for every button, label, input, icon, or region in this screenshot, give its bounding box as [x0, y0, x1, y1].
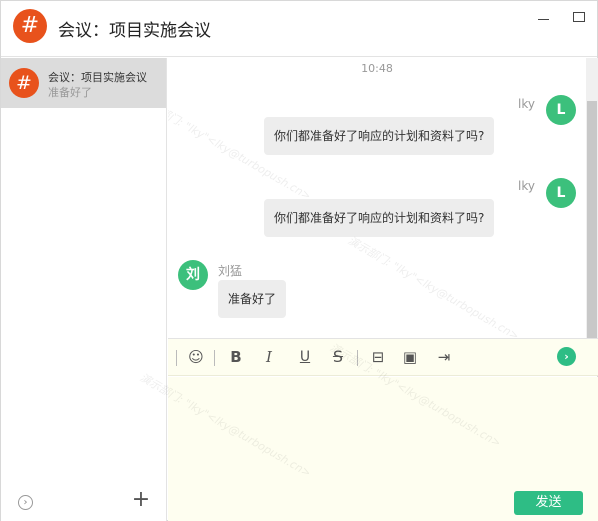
add-conversation-button[interactable]: +: [131, 488, 151, 512]
more-arrow-icon[interactable]: ›: [557, 347, 576, 366]
briefcase-icon[interactable]: ⊟: [368, 347, 388, 367]
message-timestamp: 10:48: [361, 62, 393, 75]
underline-button[interactable]: U: [295, 347, 315, 367]
conversation-item[interactable]: # 会议：项目实施会议 准备好了: [1, 58, 166, 108]
meeting-hash-icon: #: [13, 9, 47, 43]
message-compose-area: 演示部门: "lky"<lky@turbopush.cn> 演示部门: "lky…: [138, 341, 598, 521]
chat-window: # 会议：项目实施会议 # 会议：项目实施会议 准备好了 › + 10:48 l…: [0, 0, 598, 521]
strikethrough-button[interactable]: S: [328, 347, 348, 367]
meeting-hash-icon: #: [9, 68, 39, 98]
bold-button[interactable]: B: [226, 347, 246, 367]
formatting-toolbar: ☺ B I U S ⊟ ▣ ⇥ ›: [168, 338, 598, 376]
send-button[interactable]: 发送: [514, 491, 583, 515]
conversation-preview: 准备好了: [48, 86, 92, 99]
user-avatar[interactable]: L: [546, 95, 576, 125]
sender-name: 刘猛: [218, 264, 243, 278]
emoji-icon[interactable]: ☺: [186, 347, 206, 367]
watermark: 演示部门: "lky"<lky@turbopush.cn>: [345, 233, 522, 338]
sender-name: lky: [518, 179, 535, 193]
expand-arrow-icon[interactable]: ›: [18, 495, 33, 510]
message-bubble: 你们都准备好了响应的计划和资料了吗?: [264, 199, 495, 237]
message-bubble: 准备好了: [218, 280, 287, 318]
user-avatar[interactable]: L: [546, 178, 576, 208]
image-icon[interactable]: ▣: [400, 347, 420, 367]
message-bubble: 你们都准备好了响应的计划和资料了吗?: [264, 117, 495, 155]
minimize-icon[interactable]: [534, 7, 554, 27]
conversation-sidebar: # 会议：项目实施会议 准备好了 › +: [1, 58, 167, 521]
toolbar-divider: [214, 350, 215, 366]
title-bar: # 会议：项目实施会议: [1, 1, 597, 57]
sender-name: lky: [518, 97, 535, 111]
user-avatar[interactable]: 刘: [178, 260, 208, 290]
message-list: 10:48 lky L 你们都准备好了响应的计划和资料了吗? lky L 你们都…: [168, 58, 586, 338]
message-input[interactable]: [176, 383, 586, 483]
export-icon[interactable]: ⇥: [434, 347, 454, 367]
toolbar-divider: [176, 350, 177, 366]
toolbar-divider: [357, 350, 358, 366]
maximize-icon[interactable]: [570, 7, 590, 27]
window-title: 会议：项目实施会议: [58, 21, 211, 41]
conversation-title: 会议：项目实施会议: [48, 71, 147, 84]
scrollbar-thumb[interactable]: [587, 101, 597, 338]
italic-button[interactable]: I: [259, 347, 279, 367]
